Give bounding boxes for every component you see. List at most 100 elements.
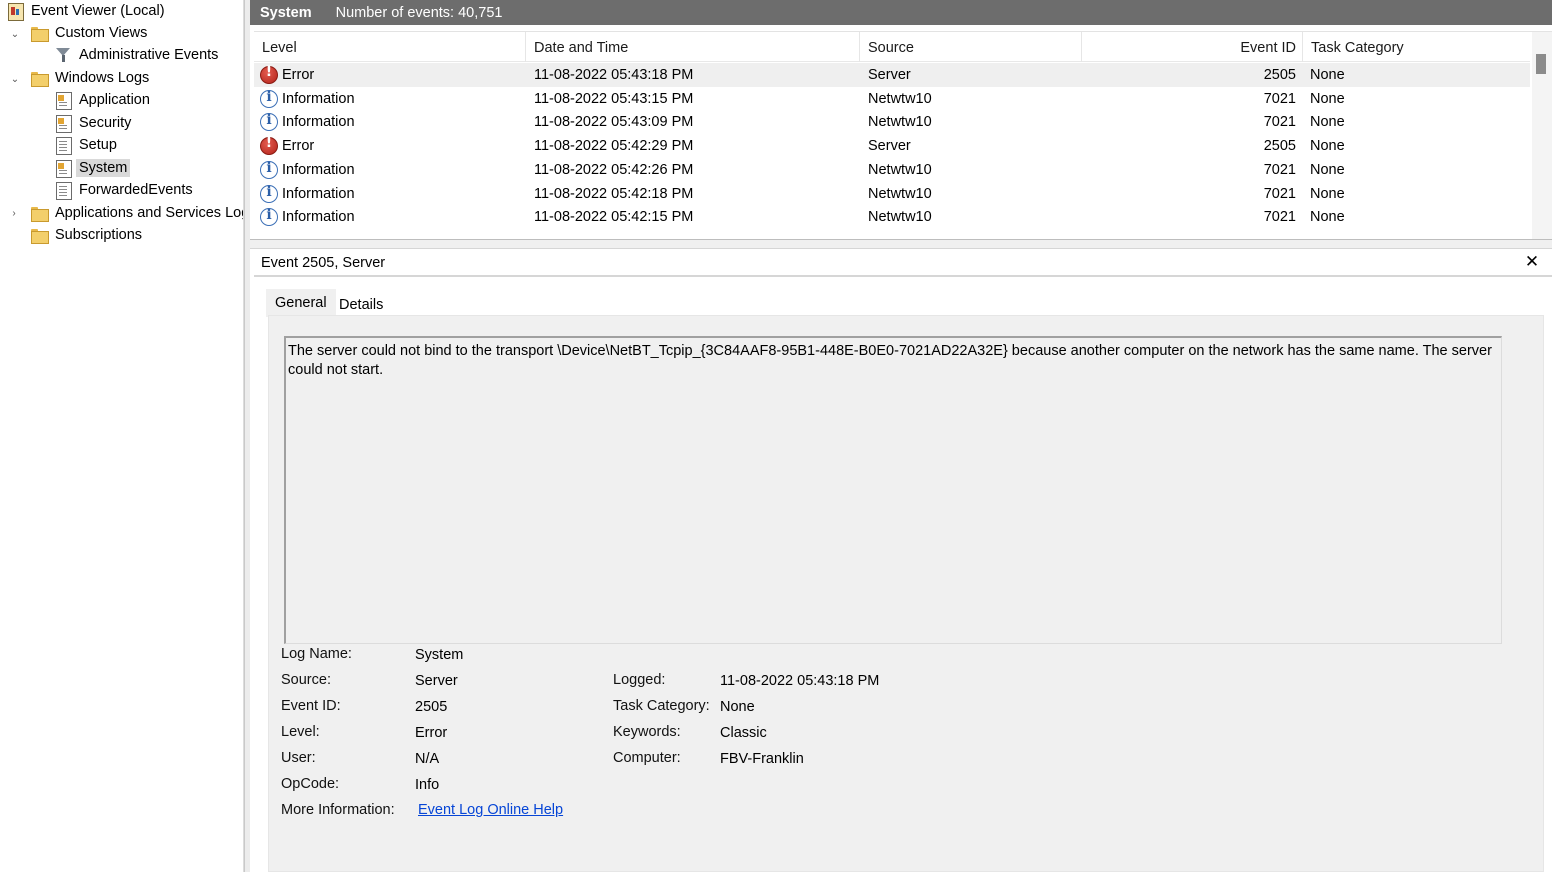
tree-item-subscriptions[interactable]: Subscriptions	[30, 224, 145, 246]
event-row[interactable]: Information 11-08-2022 05:43:09 PM Netwtw1…	[254, 110, 1530, 134]
value-event-id: 2505	[415, 699, 448, 715]
tree-item-applications-and-services[interactable]: Applications and Services Logs	[30, 202, 244, 224]
event-cell-level: Information	[282, 90, 355, 107]
event-row[interactable]: Information 11-08-2022 05:42:26 PM Netwtw1…	[254, 158, 1530, 182]
value-source: Server	[415, 673, 458, 689]
tree-item-custom-views[interactable]: Custom Views	[30, 22, 150, 44]
tree-item-label: Windows Logs	[55, 70, 150, 86]
event-list: Level Date and Time Source Event ID Task…	[254, 31, 1552, 239]
tree-item-label: Custom Views	[55, 25, 148, 41]
information-icon	[260, 112, 278, 132]
event-cell-date: 11-08-2022 05:42:18 PM	[534, 185, 694, 202]
event-row[interactable]: Information 11-08-2022 05:42:15 PM Netwtw1…	[254, 205, 1530, 229]
navigation-tree: Event Viewer (Local) ⌄ Custom Views Admi…	[0, 0, 244, 872]
event-cell-category: None	[1310, 114, 1345, 131]
vertical-scrollbar[interactable]	[1532, 32, 1552, 239]
event-cell-source: Netwtw10	[868, 185, 932, 202]
information-icon	[260, 89, 278, 108]
value-log-name: System	[415, 647, 464, 663]
label-opcode: OpCode:	[281, 776, 340, 792]
tree-item-setup[interactable]: Setup	[54, 134, 120, 156]
tree-item-label: Event Viewer (Local)	[31, 3, 165, 19]
event-cell-id: 7021	[1263, 90, 1296, 107]
event-cell-category: None	[1310, 90, 1345, 107]
label-keywords: Keywords:	[613, 724, 681, 740]
value-logged: 11-08-2022 05:43:18 PM	[720, 673, 880, 689]
tree-item-forwarded-events[interactable]: ForwardedEvents	[54, 179, 196, 201]
log-icon	[54, 114, 72, 133]
event-cell-id: 7021	[1263, 161, 1296, 178]
event-cell-level: Information	[282, 161, 355, 178]
event-cell-date: 11-08-2022 05:42:29 PM	[534, 138, 694, 155]
event-row[interactable]: Information 11-08-2022 05:42:18 PM Netwtw1…	[254, 182, 1530, 206]
chevron-right-icon[interactable]: ›	[8, 207, 20, 219]
event-cell-level: Information	[282, 114, 355, 131]
label-source: Source:	[281, 672, 331, 688]
tree-item-application[interactable]: Application	[54, 89, 153, 111]
event-cell-level: Error	[282, 67, 315, 83]
event-cell-id: 2505	[1263, 67, 1296, 83]
tree-item-windows-logs[interactable]: Windows Logs	[30, 67, 152, 89]
column-header-source[interactable]: Source	[860, 32, 1082, 62]
label-logged: Logged:	[613, 672, 666, 688]
event-cell-id: 2505	[1263, 138, 1296, 155]
log-name: System	[260, 4, 312, 21]
tree-item-label: Subscriptions	[55, 227, 143, 243]
column-header-event-id[interactable]: Event ID	[1082, 32, 1303, 62]
event-cell-date: 11-08-2022 05:42:26 PM	[534, 161, 694, 178]
value-computer: FBV-Franklin	[720, 751, 804, 767]
event-viewer-icon	[6, 2, 24, 21]
event-cell-category: None	[1310, 161, 1345, 178]
column-header-task-category[interactable]: Task Category	[1303, 32, 1530, 62]
tree-item-label: Applications and Services Logs	[55, 205, 244, 221]
event-cell-source: Server	[868, 67, 911, 83]
event-cell-id: 7021	[1263, 114, 1296, 131]
tree-item-security[interactable]: Security	[54, 112, 134, 134]
event-cell-level: Information	[282, 185, 355, 202]
folder-icon	[30, 204, 49, 222]
log-icon	[54, 159, 72, 178]
pane-splitter[interactable]	[244, 0, 250, 872]
information-icon	[260, 160, 278, 179]
event-message[interactable]: The server could not bind to the transpo…	[284, 336, 1502, 644]
tree-item-label: Setup	[79, 137, 117, 153]
event-cell-id: 7021	[1263, 209, 1296, 226]
event-cell-date: 11-08-2022 05:42:15 PM	[534, 209, 694, 226]
folder-icon	[30, 24, 49, 42]
information-icon	[260, 207, 278, 227]
event-cell-source: Netwtw10	[868, 161, 932, 178]
event-row[interactable]: Error 11-08-2022 05:42:29 PM Server 2505 Non…	[254, 134, 1530, 158]
event-count: Number of events: 40,751	[335, 4, 503, 21]
chevron-down-icon[interactable]: ⌄	[9, 73, 21, 85]
scrollbar-thumb[interactable]	[1536, 54, 1546, 74]
column-header-level[interactable]: Level	[254, 32, 526, 62]
event-row[interactable]: Error 11-08-2022 05:43:18 PM Server 2505 Non…	[254, 63, 1530, 87]
detail-title: Event 2505, Server	[261, 255, 386, 271]
tree-item-administrative-events[interactable]: Administrative Events	[54, 44, 221, 66]
tree-item-label: Administrative Events	[79, 47, 219, 63]
chevron-down-icon[interactable]: ⌄	[9, 28, 21, 40]
information-icon	[260, 184, 278, 203]
close-icon[interactable]: ✕	[1522, 252, 1542, 272]
event-log-online-help-link[interactable]: Event Log Online Help	[418, 802, 563, 818]
value-user: N/A	[415, 751, 440, 767]
column-header-row: Level Date and Time Source Event ID Task…	[254, 32, 1530, 62]
event-row[interactable]: Information 11-08-2022 05:43:15 PM Netwtw1…	[254, 87, 1530, 111]
event-cell-category: None	[1310, 209, 1345, 226]
error-icon	[260, 64, 278, 84]
tab-general[interactable]: General	[266, 289, 336, 317]
log-icon	[54, 136, 72, 155]
label-event-id: Event ID:	[281, 698, 341, 714]
tree-item-system[interactable]: System	[54, 157, 131, 179]
folder-icon	[30, 69, 49, 87]
label-log-name: Log Name:	[281, 646, 352, 662]
general-tab-panel: The server could not bind to the transpo…	[268, 315, 1544, 872]
event-cell-date: 11-08-2022 05:43:15 PM	[534, 90, 694, 107]
log-icon	[54, 91, 72, 110]
tree-item-event-viewer[interactable]: Event Viewer (Local)	[6, 0, 168, 22]
event-cell-category: None	[1310, 67, 1345, 83]
horizontal-splitter[interactable]	[250, 239, 1552, 249]
error-icon	[260, 135, 278, 156]
column-header-date-time[interactable]: Date and Time	[526, 32, 860, 62]
event-cell-level: Error	[282, 138, 315, 155]
